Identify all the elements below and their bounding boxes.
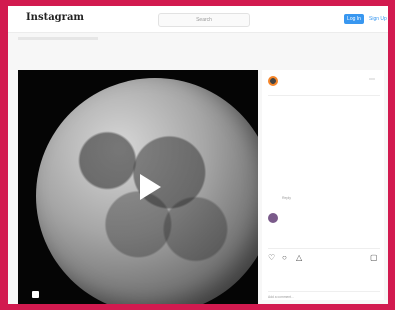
instagram-window: Instagram Search Log In Sign Up ⋯ Reply …: [8, 6, 388, 304]
post-details-panel: [262, 70, 384, 300]
video-player[interactable]: [18, 70, 258, 304]
volume-icon[interactable]: [32, 291, 39, 298]
comments-divider: [268, 248, 380, 249]
top-navigation-bar: Instagram Search Log In Sign Up: [8, 6, 388, 33]
reply-link[interactable]: Reply: [282, 196, 291, 200]
comment-input-divider: [268, 291, 380, 292]
account-avatar[interactable]: [268, 76, 278, 86]
more-icon[interactable]: ⋯: [369, 76, 375, 83]
placeholder-line: [18, 37, 98, 40]
commenter-avatar[interactable]: [268, 213, 278, 223]
signup-link[interactable]: Sign Up: [369, 14, 387, 24]
header-divider: [268, 95, 380, 96]
comment-icon[interactable]: ○: [282, 253, 287, 263]
heart-icon[interactable]: ♡: [268, 253, 275, 263]
bookmark-icon[interactable]: ▢: [370, 253, 378, 263]
play-icon[interactable]: [140, 174, 161, 200]
instagram-logo[interactable]: Instagram: [26, 12, 84, 23]
post-actions: ♡ ○ △ ▢: [268, 253, 380, 265]
share-icon[interactable]: △: [296, 253, 302, 263]
login-button[interactable]: Log In: [344, 14, 364, 24]
add-comment-input[interactable]: Add a comment...: [268, 295, 294, 299]
search-input[interactable]: Search: [158, 13, 250, 27]
